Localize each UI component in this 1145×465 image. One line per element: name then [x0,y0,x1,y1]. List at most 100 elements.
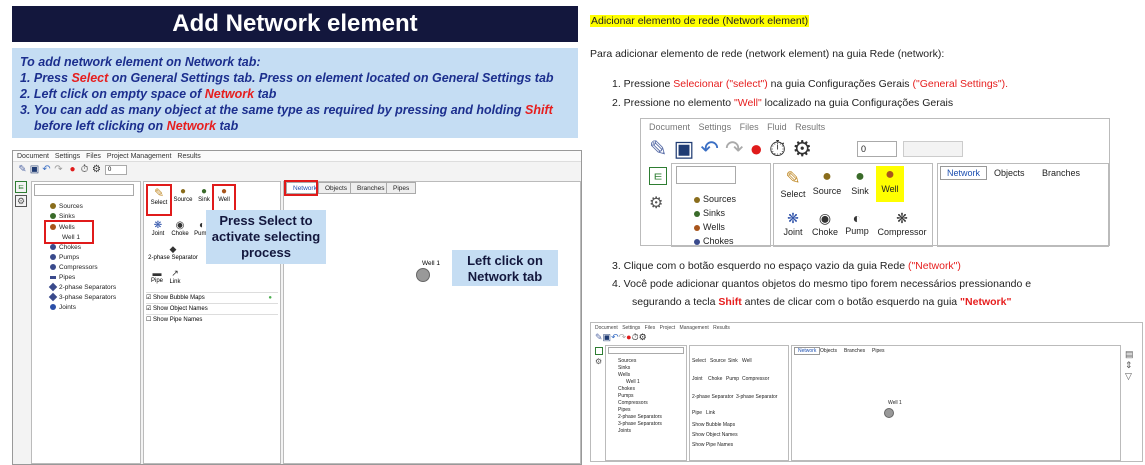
shot1-tab-branches[interactable]: Branches [1042,168,1080,178]
network-canvas[interactable]: Network Objects Branches Pipes Well 1 [283,180,581,464]
shot2-joint-button[interactable]: Joint [692,376,703,382]
shot2-tree-sinks[interactable]: Sinks [618,365,630,371]
shot2-tab-pipes[interactable]: Pipes [872,348,885,354]
save-icon[interactable]: ▣ [29,164,40,175]
tree-item-joints[interactable]: Joints [50,303,76,312]
timer-icon[interactable]: ⏱ [632,332,639,342]
tab-pipes[interactable]: Pipes [386,182,417,194]
shot2-tree-sources[interactable]: Sources [618,358,636,364]
calc-icon[interactable]: ⚙ [792,136,812,161]
shot2-tree-wells[interactable]: Wells [618,372,630,378]
pencil-icon[interactable]: ✎ [595,332,603,342]
shot2-tab-branches[interactable]: Branches [844,348,865,354]
shot1-tab-network[interactable]: Network [940,166,988,180]
shot2-select-button[interactable]: Select [692,358,706,364]
save-icon[interactable]: ▣ [674,136,695,161]
shot1-select-button[interactable]: ✎ Select [778,168,808,199]
choke-button[interactable]: ◉ Choke [170,220,190,242]
shot2-link-button[interactable]: Link [706,410,715,416]
timer-icon[interactable]: ⏱ [769,136,786,161]
spin-input[interactable]: 0 [105,165,127,175]
shot2-tree-search[interactable] [608,347,684,354]
tab-objects[interactable]: Objects [318,182,355,194]
tree-item-pumps[interactable]: Pumps [50,253,79,262]
shot2-check-bubble[interactable]: Show Bubble Maps [692,422,735,428]
shot2-sink-button[interactable]: Sink [728,358,738,364]
tree-search-input[interactable] [34,184,134,196]
2phase-separator-button[interactable]: ◆ 2-phase Separator [148,244,198,266]
shot2-pipe-button[interactable]: Pipe [692,410,702,416]
shot2-tree-well-1[interactable]: Well 1 [626,379,640,385]
check-bubble-maps[interactable]: ☑ Show Bubble Maps ● [146,292,278,302]
shot1-dropdown[interactable] [903,141,963,157]
shot2-compressor-button[interactable]: Compressor [742,376,769,382]
menu-results[interactable]: Results [177,153,200,160]
redo-icon[interactable]: ↷ [53,164,64,175]
tree-item-2phase[interactable]: 2-phase Separators [48,283,116,292]
shot1-sink-button[interactable]: ● Sink [846,168,874,196]
shot2-network-area[interactable]: Network Objects Branches Pipes Well 1 [791,345,1121,461]
shot2-source-button[interactable]: Source [710,358,726,364]
calc-icon[interactable]: ⚙ [91,164,102,175]
timer-icon[interactable]: ⏱ [79,164,90,175]
shot2-tree-pumps[interactable]: Pumps [618,393,634,399]
shot1-network-area[interactable]: Network Objects Branches [937,163,1109,247]
settings-gear-icon[interactable]: ⚙ [649,193,663,213]
shot1-tree-chokes[interactable]: Chokes [694,236,734,246]
joint-button[interactable]: ❋ Joint [148,220,168,242]
tree-item-3phase[interactable]: 3-phase Separators [48,293,116,302]
shot2-tree-pipes[interactable]: Pipes [618,407,631,413]
check-object-names[interactable]: ☑ Show Object Names [146,303,278,313]
shot2-check-object-names[interactable]: Show Object Names [692,432,738,438]
shot1-tree-sources[interactable]: Sources [694,194,736,204]
shot2-tree-joints[interactable]: Joints [618,428,631,434]
shot1-choke-button[interactable]: ◉ Choke [810,210,840,237]
save-icon[interactable]: ▣ [603,332,612,342]
tree-item-compressors[interactable]: Compressors [50,263,98,272]
settings-gear-icon[interactable]: ⚙ [15,195,27,207]
shot2-tree-compressors[interactable]: Compressors [618,400,648,406]
record-icon[interactable]: ● [67,164,78,175]
shot2-tab-network[interactable]: Network [794,347,821,355]
shot1-well-button[interactable]: ● Well [876,166,904,202]
settings-gear-icon[interactable]: ⚙ [595,357,602,366]
tree-item-pipes[interactable]: Pipes [50,273,75,282]
shot2-well-button[interactable]: Well [742,358,752,364]
shot2-check-pipe-names[interactable]: Show Pipe Names [692,442,733,448]
record-icon[interactable]: ● [750,136,763,161]
shot2-tree-2phase[interactable]: 2-phase Separators [618,414,662,420]
shot1-tab-objects[interactable]: Objects [994,168,1025,178]
zoom-icon[interactable]: ⇕ [1125,360,1139,371]
pencil-icon[interactable]: ✎ [17,164,28,175]
source-button[interactable]: ● Source [172,186,194,214]
shot2-3phase-separator[interactable]: 3-phase Separator [736,394,777,400]
shot1-tree-wells[interactable]: Wells [694,222,725,232]
shot1-spin-input[interactable]: 0 [857,141,897,157]
shot2-well-node-icon[interactable] [884,408,894,418]
grid-icon[interactable]: ▤ [1125,349,1139,360]
shot1-pump-button[interactable]: ◐ Pump [842,210,872,236]
undo-icon[interactable]: ↶ [700,136,718,161]
shot1-source-button[interactable]: ● Source [810,168,844,196]
pencil-icon[interactable]: ✎ [649,136,667,161]
filter-icon[interactable]: ▽ [1125,371,1139,382]
menu-document[interactable]: Document [17,153,49,160]
tree-item-chokes[interactable]: Chokes [50,243,81,252]
menu-settings[interactable]: Settings [55,153,80,160]
calc-icon[interactable]: ⚙ [639,332,647,342]
menu-project-management[interactable]: Project Management [107,153,172,160]
shot1-tree-search[interactable] [676,166,736,184]
link-button[interactable]: ↗ Link [166,268,184,288]
redo-icon[interactable]: ↷ [725,136,743,161]
undo-icon[interactable]: ↶ [611,332,619,342]
shot1-tree-sinks[interactable]: Sinks [694,208,725,218]
tree-item-sources[interactable]: Sources [50,202,83,211]
shot2-2phase-separator[interactable]: 2-phase Separator [692,394,733,400]
tree-icon[interactable] [595,347,603,355]
tree-icon[interactable]: ㅌ [649,167,667,185]
shot2-choke-button[interactable]: Choke [708,376,722,382]
shot1-compressor-button[interactable]: ❋ Compressor [874,210,930,237]
pipe-button[interactable]: ▬ Pipe [148,268,166,288]
shot2-tab-objects[interactable]: Objects [820,348,837,354]
shot2-tree-chokes[interactable]: Chokes [618,386,635,392]
